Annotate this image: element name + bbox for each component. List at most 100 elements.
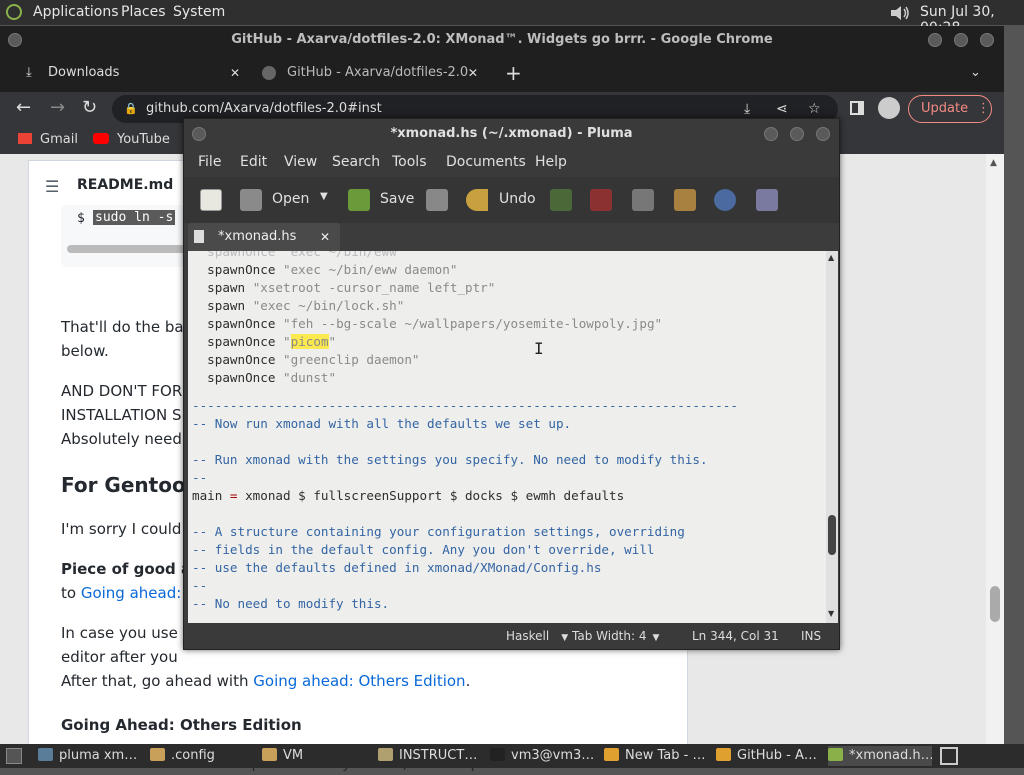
forward-icon[interactable]: →	[50, 97, 65, 118]
scroll-up-icon[interactable]: ▲	[990, 158, 997, 168]
menu-help[interactable]: Help	[535, 154, 567, 170]
menu-system[interactable]: System	[173, 4, 225, 20]
page-vertical-scrollbar[interactable]: ▲	[986, 154, 1004, 744]
update-button[interactable]: Update ⋮	[908, 95, 992, 123]
copy-icon[interactable]	[632, 189, 654, 211]
code-line: spawn "xsetroot -cursor_name left_ptr"	[207, 280, 496, 295]
window-menu-icon[interactable]	[8, 33, 22, 47]
dropdown-icon: ▼	[561, 633, 569, 643]
code-line: spawnOnce "greenclip daemon"	[207, 352, 420, 367]
taskbar-label: INSTRUCT…	[399, 748, 478, 763]
menu-file[interactable]: File	[198, 154, 221, 170]
link-going-ahead[interactable]: Going ahead:	[81, 584, 181, 602]
menu-applications[interactable]: Applications	[33, 4, 119, 20]
find-icon[interactable]	[714, 189, 736, 211]
taskbar-label: *xmonad.h…	[849, 748, 932, 763]
side-panel-icon[interactable]	[850, 101, 864, 115]
save-icon[interactable]	[348, 189, 370, 211]
menu-edit[interactable]: Edit	[240, 154, 267, 170]
show-desktop-icon[interactable]	[6, 748, 22, 764]
open-dropdown-icon[interactable]: ▼	[320, 191, 328, 202]
taskbar-item[interactable]: *xmonad.h…	[828, 746, 932, 766]
paste-icon[interactable]	[674, 189, 696, 211]
volume-icon[interactable]	[889, 4, 911, 22]
new-tab-button[interactable]: +	[505, 58, 522, 88]
pluma-tab-bar: *xmonad.hs ✕	[188, 223, 836, 251]
scroll-thumb[interactable]	[828, 515, 836, 555]
comment-line: -- use the defaults defined in xmonad/XM…	[192, 560, 602, 575]
bookmark-youtube[interactable]: YouTube	[93, 132, 170, 147]
taskbar-item[interactable]: INSTRUCT…	[378, 746, 482, 766]
language-selector[interactable]: Haskell ▼	[506, 629, 568, 643]
link-others-edition[interactable]: Going ahead: Others Edition	[253, 672, 465, 690]
document-icon	[194, 230, 204, 243]
tab-close-icon[interactable]: ✕	[320, 223, 330, 251]
taskbar-item[interactable]: VM	[262, 746, 366, 766]
undo-button-label[interactable]: Undo	[499, 191, 536, 207]
distro-logo-icon[interactable]	[6, 4, 22, 20]
section-heading: Going Ahead: Others Edition	[61, 716, 302, 734]
document-tab[interactable]: *xmonad.hs ✕	[188, 223, 340, 251]
bookmark-gmail[interactable]: Gmail	[18, 132, 78, 147]
scroll-thumb[interactable]	[990, 586, 1000, 622]
profile-avatar-icon[interactable]	[878, 97, 900, 119]
pluma-menubar: File Edit View Search Tools Documents He…	[184, 149, 839, 177]
taskbar-item[interactable]: GitHub - A…	[716, 746, 820, 766]
replace-icon[interactable]	[756, 189, 778, 211]
code-editor[interactable]: spawnOnce "exec ~/bin/eww" spawnOnce "ex…	[188, 251, 826, 623]
document-tab-label: *xmonad.hs	[218, 229, 297, 244]
tab-close-icon[interactable]: ✕	[468, 58, 478, 88]
code-line: spawnOnce "exec ~/bin/eww daemon"	[207, 262, 458, 277]
close-icon[interactable]	[816, 127, 830, 141]
app-icon	[38, 748, 53, 761]
paragraph: I'm sorry I could	[61, 520, 182, 538]
menu-places[interactable]: Places	[121, 4, 166, 20]
cursor-position: Ln 344, Col 31	[692, 629, 779, 643]
paragraph: AND DON'T FOR INSTALLATION S Absolutely ne…	[61, 382, 183, 448]
editor-vertical-scrollbar[interactable]: ▲ ▼	[826, 251, 838, 623]
minimize-icon[interactable]	[928, 33, 942, 47]
comment-line: -- A structure containing your configura…	[192, 524, 685, 539]
maximize-icon[interactable]	[954, 33, 968, 47]
new-document-icon[interactable]	[200, 189, 222, 211]
taskbar-item[interactable]: New Tab - …	[604, 746, 708, 766]
outline-icon[interactable]: ☰	[45, 177, 59, 196]
taskbar-label: .config	[171, 748, 215, 763]
taskbar-item[interactable]: vm3@vm3…	[490, 746, 594, 766]
menu-documents[interactable]: Documents	[446, 154, 526, 170]
tab-width-selector[interactable]: Tab Width: 4 ▼	[572, 629, 659, 643]
insert-mode: INS	[801, 629, 822, 643]
minimize-icon[interactable]	[764, 127, 778, 141]
tab-downloads[interactable]: ⤓ Downloads ✕	[12, 58, 252, 88]
taskbar-label: vm3@vm3…	[511, 748, 594, 763]
taskbar-label: GitHub - A…	[737, 748, 817, 763]
download-icon: ⤓	[26, 65, 32, 80]
taskbar-item[interactable]: pluma xm…	[38, 746, 142, 766]
menu-search[interactable]: Search	[332, 154, 380, 170]
tab-close-icon[interactable]: ✕	[230, 58, 240, 88]
menu-tools[interactable]: Tools	[392, 154, 427, 170]
tab-github[interactable]: GitHub - Axarva/dotfiles-2.0: X ✕	[252, 58, 492, 88]
back-icon[interactable]: ←	[16, 97, 31, 118]
close-icon[interactable]	[980, 33, 994, 47]
undo-icon[interactable]	[466, 189, 488, 211]
taskbar-item[interactable]: .config	[150, 746, 254, 766]
scroll-down-icon[interactable]: ▼	[828, 609, 834, 618]
lock-icon: 🔒	[124, 102, 138, 115]
menu-view[interactable]: View	[284, 154, 317, 170]
window-menu-icon[interactable]	[192, 127, 206, 141]
tab-search-icon[interactable]: ⌄	[970, 58, 981, 88]
maximize-icon[interactable]	[790, 127, 804, 141]
open-icon[interactable]	[240, 189, 262, 211]
redo-icon[interactable]	[550, 189, 572, 211]
comment-line: -- fields in the default config. Any you…	[192, 542, 655, 557]
save-button-label[interactable]: Save	[380, 191, 414, 207]
app-icon	[378, 748, 393, 761]
workspace-switcher[interactable]	[940, 747, 958, 765]
scroll-up-icon[interactable]: ▲	[828, 253, 834, 262]
reload-icon[interactable]: ↻	[82, 97, 97, 118]
print-icon[interactable]	[426, 189, 448, 211]
cut-icon[interactable]	[590, 189, 612, 211]
code-line: spawnOnce "dunst"	[207, 370, 337, 385]
open-button-label[interactable]: Open	[272, 191, 309, 207]
